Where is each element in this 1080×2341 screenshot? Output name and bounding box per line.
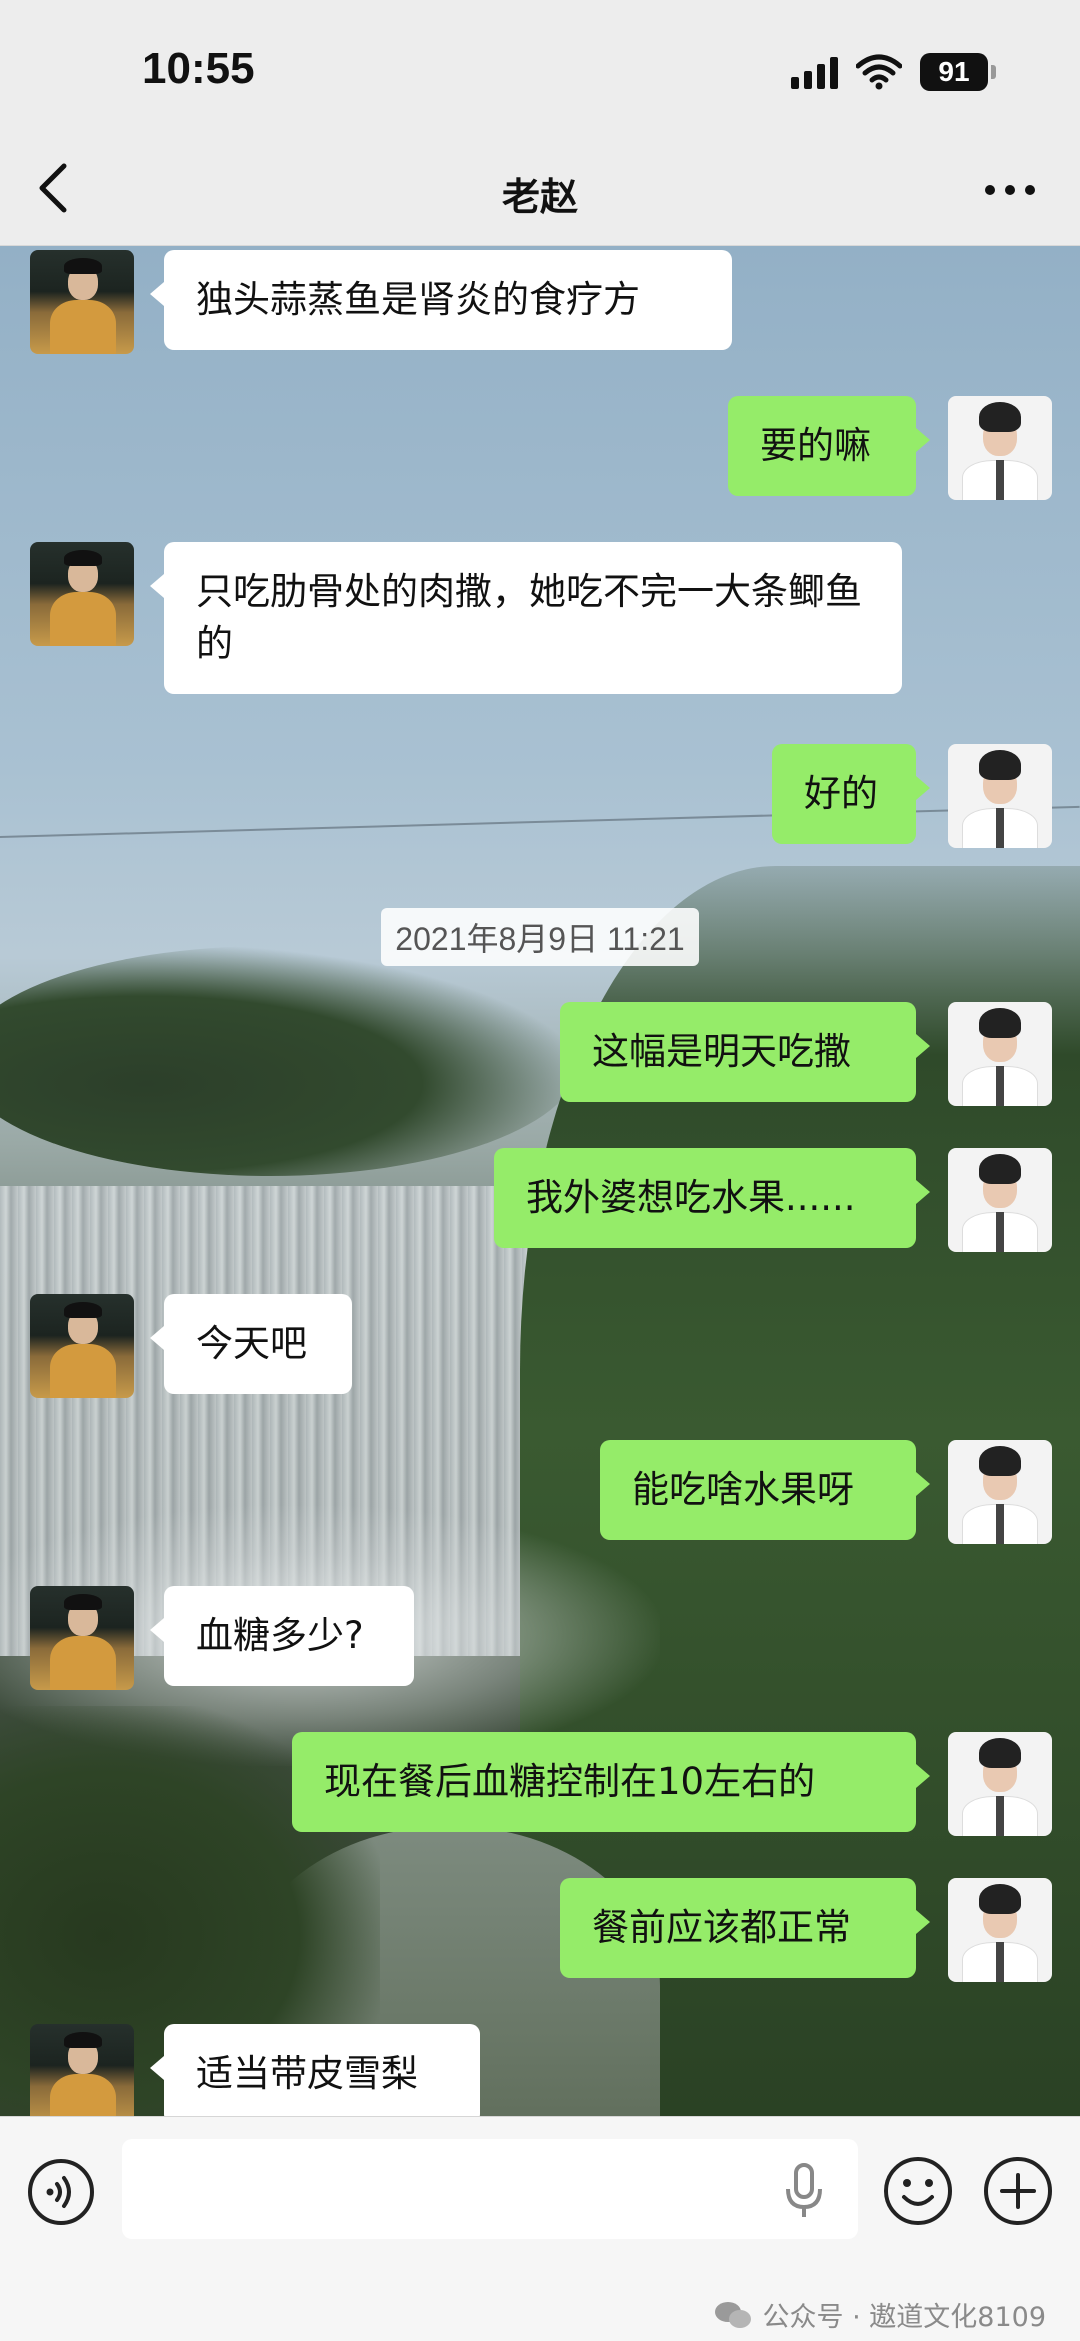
my-avatar[interactable] [948,1002,1052,1106]
status-time: 10:55 [142,44,255,93]
watermark: 公众号 · 遨道文化8109 [713,2295,1046,2334]
message-bubble[interactable]: 餐前应该都正常 [560,1878,930,1978]
message-bubble[interactable]: 血糖多少? [150,1586,414,1686]
message-timestamp: 2021年8月9日 11:21 [0,908,1080,966]
timestamp-label: 2021年8月9日 11:21 [381,908,699,966]
message-bubble[interactable]: 独头蒜蒸鱼是肾炎的食疗方 [150,250,732,350]
top-bar: 10:55 91 老赵 [0,0,1080,246]
message-bubble[interactable]: 现在餐后血糖控制在10左右的 [292,1732,930,1832]
battery-icon: 91 [920,53,996,91]
friend-avatar[interactable] [30,2024,134,2116]
more-dots-icon[interactable] [980,170,1040,210]
message-bubble[interactable]: 这幅是明天吃撒 [560,1002,930,1102]
friend-avatar[interactable] [30,542,134,646]
wifi-icon [856,54,902,90]
background-wire [0,805,1080,838]
message-bubble[interactable]: 只吃肋骨处的肉撒，她吃不完一大条鲫鱼的 [150,542,902,694]
message-bubble[interactable]: 适当带皮雪梨 [150,2024,480,2116]
friend-avatar[interactable] [30,1586,134,1690]
mic-icon[interactable] [780,2159,828,2223]
message-bubble[interactable]: 好的 [772,744,930,844]
chat-title: 老赵 [501,175,578,219]
message-bubble[interactable]: 我外婆想吃水果...... [494,1148,930,1248]
message-bubble[interactable]: 要的嘛 [728,396,930,496]
friend-avatar[interactable] [30,250,134,354]
emoji-icon[interactable] [882,2155,954,2227]
wechat-logo-icon [714,2301,751,2328]
signal-icon [791,55,838,89]
my-avatar[interactable] [948,744,1052,848]
my-avatar[interactable] [948,1732,1052,1836]
plus-icon[interactable] [982,2155,1054,2227]
chat-area[interactable]: 独头蒜蒸鱼是肾炎的食疗方 要的嘛 只吃肋骨处的肉撒，她吃不完一大条鲫鱼的 好的 … [0,246,1080,2116]
status-icons: 91 [791,52,996,92]
my-avatar[interactable] [948,1148,1052,1252]
background-trees [0,946,580,1176]
input-bar: 公众号 · 遨道文化8109 [0,2116,1080,2341]
message-bubble[interactable]: 能吃啥水果呀 [600,1440,930,1540]
my-avatar[interactable] [948,1878,1052,1982]
message-bubble[interactable]: 今天吧 [150,1294,352,1394]
watermark-text: 公众号 · 遨道文化8109 [762,2302,1046,2333]
friend-avatar[interactable] [30,1294,134,1398]
voice-icon[interactable] [26,2157,96,2227]
my-avatar[interactable] [948,1440,1052,1544]
my-avatar[interactable] [948,396,1052,500]
message-input[interactable] [122,2139,858,2239]
